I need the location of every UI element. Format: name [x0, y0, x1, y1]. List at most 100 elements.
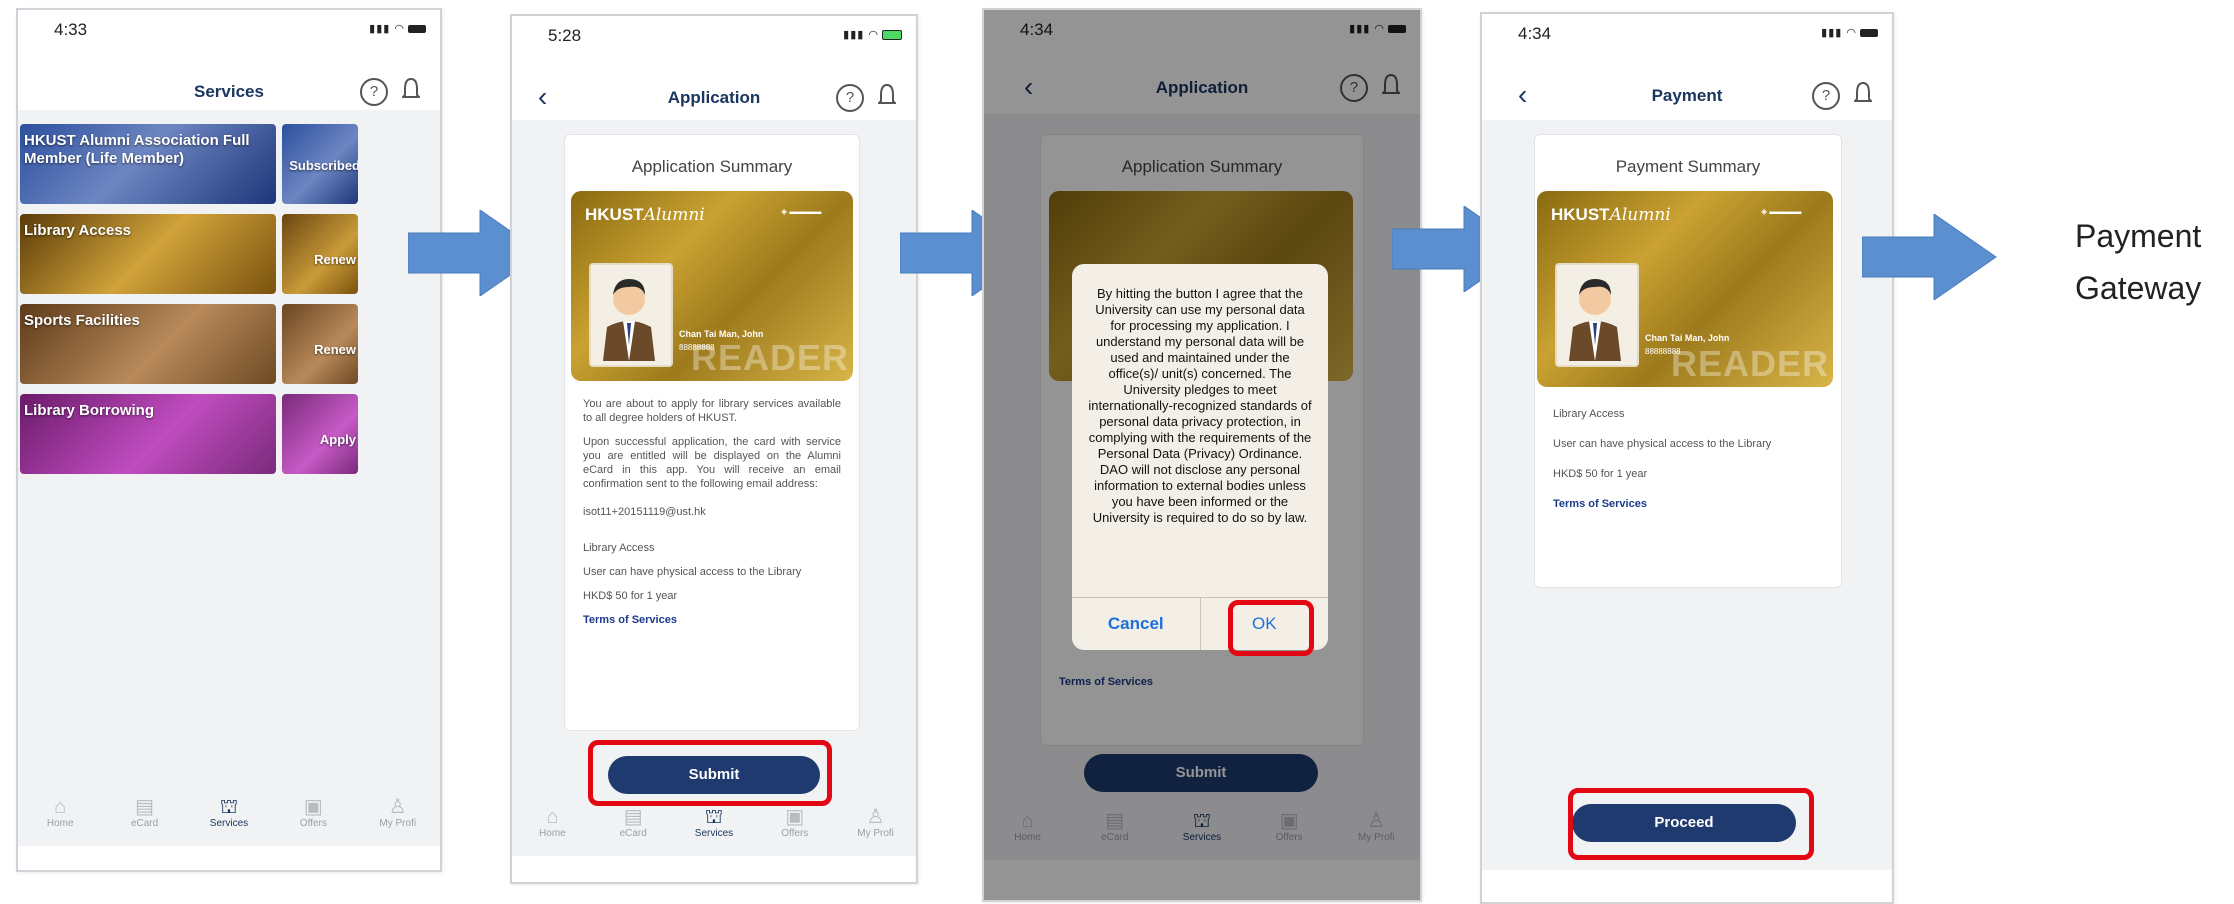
member-photo [1555, 263, 1639, 367]
member-photo [589, 263, 673, 367]
home-icon: ⌂ [54, 796, 67, 818]
service-name: Library Access [583, 542, 655, 554]
tab-bar: ⌂ Home ▤ eCard ⛫ Services ▣ Offers ♙ My Profi [18, 790, 440, 846]
tile-library-access-action[interactable]: Renew [282, 214, 358, 294]
apply-button[interactable]: Apply [320, 432, 356, 447]
services-icon: ⛫ [704, 806, 724, 828]
status-time: 4:34 [1518, 24, 1552, 43]
services-content: HKUST Alumni Association Full Member (Li… [18, 110, 440, 790]
tile-label: Sports Facilities [24, 312, 140, 329]
ecard-watermark: READER [1670, 343, 1829, 384]
payment-gateway-label: Payment Gateway [2075, 210, 2201, 314]
intro-paragraph: You are about to apply for library servi… [583, 398, 841, 424]
tile-label: Library Borrowing [24, 402, 155, 419]
service-price: HKD$ 50 for 1 year [583, 590, 678, 602]
tab-label: Offers [299, 818, 327, 829]
cancel-button[interactable]: Cancel [1072, 598, 1201, 650]
service-name: Library Access [1553, 408, 1625, 420]
brand-italic: Alumni [643, 205, 705, 225]
tab-profile[interactable]: ♙ My Profi [846, 800, 906, 856]
brand-text: HKUST [1551, 205, 1610, 224]
signal-icons: ▮▮▮ ◠ [369, 22, 426, 35]
offers-icon: ▣ [785, 806, 805, 828]
gateway-line-1: Payment [2075, 218, 2202, 254]
confirmation-screen: 4:34 ▮▮▮ ◠ ‹ Application ? Application S… [982, 8, 1422, 902]
renew-button[interactable]: Renew [314, 252, 356, 267]
bell-icon[interactable] [1854, 80, 1872, 106]
alumni-ecard: HKUSTAlumni ◈ ▬▬▬▬ Chan Tai Man, John 88… [1537, 191, 1833, 387]
summary-title: Payment Summary [1615, 157, 1761, 176]
tab-home[interactable]: ⌂ Home [30, 790, 90, 846]
brand-italic: Alumni [1609, 205, 1671, 225]
application-content: Application Summary HKUSTAlumni ◈ ▬▬▬▬ C… [512, 120, 916, 800]
status-time: 4:33 [54, 20, 88, 39]
help-icon[interactable]: ? [836, 84, 864, 112]
tile-sports-facilities-action[interactable]: Renew [282, 304, 358, 384]
tab-ecard[interactable]: ▤ eCard [115, 790, 175, 846]
status-time: 5:28 [548, 26, 582, 45]
status-subscribed: Subscribed [289, 158, 358, 173]
tab-label: eCard [130, 818, 159, 829]
tab-services[interactable]: ⛫ Services [199, 790, 259, 846]
member-name: Chan Tai Man, John [1645, 333, 1730, 343]
tab-ecard[interactable]: ▤ eCard [603, 800, 663, 856]
university-crest-icon: ◈ ▬▬▬▬ [1761, 207, 1802, 216]
card-icon: ▤ [623, 806, 643, 828]
privacy-consent-dialog: By hitting the button I agree that the U… [1072, 264, 1328, 650]
tab-bar: ⌂ Home ▤ eCard ⛫ Services ▣ Offers ♙ My Profi [512, 800, 916, 856]
tab-services[interactable]: ⛫ Services [684, 800, 744, 856]
tab-label: My Profi [379, 818, 417, 829]
email-address: isot11+20151119@ust.hk [583, 506, 706, 518]
tab-label: Home [539, 828, 566, 839]
tab-label: Home [46, 818, 74, 829]
submit-highlight [588, 740, 832, 806]
alumni-ecard: HKUSTAlumni ◈ ▬▬▬▬ Chan Tai Man, John 88… [571, 191, 853, 381]
services-icon: ⛫ [219, 796, 239, 818]
ok-highlight [1228, 600, 1314, 656]
tab-label: Offers [781, 828, 809, 839]
tile-library-access[interactable]: Library Access [20, 214, 276, 294]
payment-body: Library Access User can have physical ac… [1553, 407, 1823, 521]
signal-icons: ▮▮▮ ◠ [843, 28, 902, 41]
ecard-watermark: READER [690, 337, 849, 378]
status-bar: 4:34 ▮▮▮ ◠ [1482, 14, 1892, 54]
nav-bar: ‹ Payment ? [1482, 74, 1892, 122]
tab-home[interactable]: ⌂ Home [522, 800, 582, 856]
service-description: User can have physical access to the Lib… [1553, 438, 1772, 450]
service-description: User can have physical access to the Lib… [583, 566, 802, 578]
help-icon[interactable]: ? [360, 78, 388, 106]
application-body: You are about to apply for library servi… [583, 397, 841, 637]
bell-icon[interactable] [402, 76, 420, 102]
terms-link[interactable]: Terms of Services [583, 613, 841, 627]
bell-icon[interactable] [878, 82, 896, 108]
info-paragraph: Upon successful application, the card wi… [583, 436, 841, 490]
tile-alumni-membership[interactable]: HKUST Alumni Association Full Member (Li… [20, 124, 276, 204]
renew-button[interactable]: Renew [314, 342, 356, 357]
help-icon[interactable]: ? [1812, 82, 1840, 110]
consent-text: By hitting the button I agree that the U… [1088, 286, 1312, 525]
tab-label: eCard [619, 828, 647, 839]
tab-offers[interactable]: ▣ Offers [283, 790, 343, 846]
tab-profile[interactable]: ♙ My Profi [368, 790, 428, 846]
application-summary-card: Application Summary HKUSTAlumni ◈ ▬▬▬▬ C… [564, 134, 860, 731]
tile-library-borrowing-action[interactable]: Apply [282, 394, 358, 474]
tile-sports-facilities[interactable]: Sports Facilities [20, 304, 276, 384]
summary-title: Application Summary [631, 157, 793, 176]
tab-label: Services [694, 828, 734, 839]
tile-label: Library Access [24, 222, 132, 239]
tab-offers[interactable]: ▣ Offers [765, 800, 825, 856]
payment-summary-card: Payment Summary HKUSTAlumni ◈ ▬▬▬▬ Chan … [1534, 134, 1842, 588]
tile-library-borrowing[interactable]: Library Borrowing [20, 394, 276, 474]
ecard-brand: HKUSTAlumni [1551, 205, 1671, 225]
university-crest-icon: ◈ ▬▬▬▬ [781, 207, 822, 216]
tab-label: Services [209, 818, 249, 829]
tile-alumni-status[interactable]: Subscribed [282, 124, 358, 204]
signal-icons: ▮▮▮ ◠ [1821, 26, 1878, 39]
home-icon: ⌂ [546, 806, 559, 828]
terms-link[interactable]: Terms of Services [1553, 497, 1823, 511]
tile-label: HKUST Alumni Association Full Member (Li… [24, 132, 250, 167]
profile-icon: ♙ [866, 806, 885, 828]
tab-label: My Profi [857, 828, 894, 839]
ecard-brand: HKUSTAlumni [585, 205, 705, 225]
nav-bar: ‹ Application ? [512, 76, 916, 124]
